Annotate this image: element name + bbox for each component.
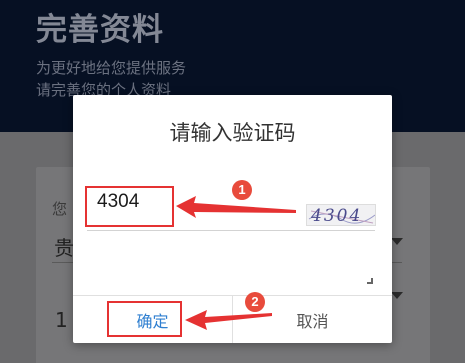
annotation-arrows [176, 196, 296, 330]
arrow-icon-step2 [185, 310, 272, 330]
step-badge-1: 1 [232, 180, 252, 200]
step-badge-2: 2 [245, 292, 265, 312]
arrow-icon-step1 [176, 196, 296, 218]
